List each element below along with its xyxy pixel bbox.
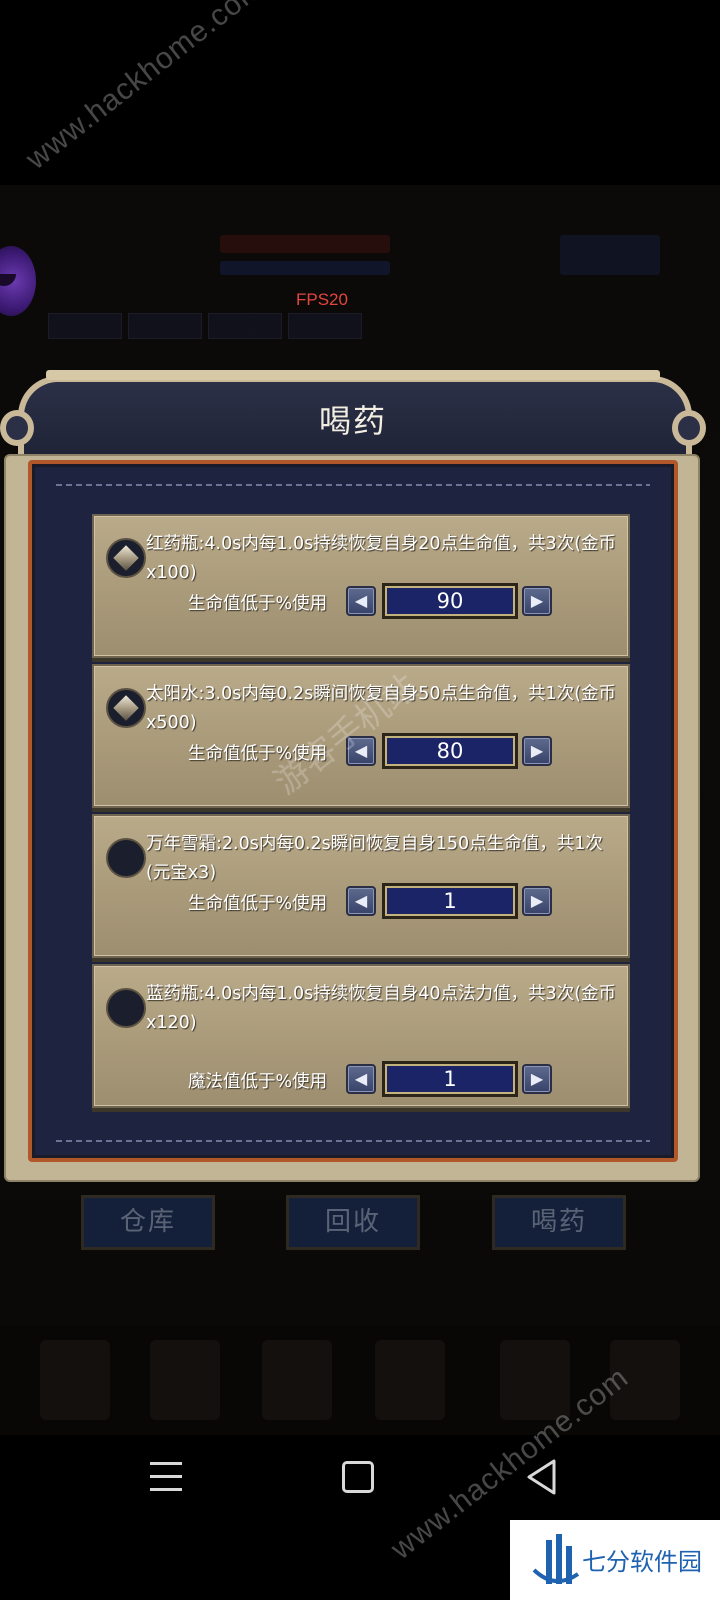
logo-text: 七分软件园 bbox=[582, 1548, 702, 1576]
home-icon[interactable] bbox=[342, 1461, 374, 1493]
increase-button[interactable]: ▶ bbox=[522, 586, 552, 616]
threshold-value[interactable]: 1 bbox=[382, 883, 518, 919]
potion-description: 万年雪霜:2.0s内每0.2s瞬间恢复自身150点生命值，共1次(元宝x3) bbox=[146, 834, 603, 883]
diamond-gem-icon[interactable] bbox=[106, 538, 146, 578]
threshold-value[interactable]: 90 bbox=[382, 583, 518, 619]
dialog-body: 红药瓶:4.0s内每1.0s持续恢复自身20点生命值，共3次(金币x100) 生… bbox=[28, 460, 678, 1162]
potion-description: 蓝药瓶:4.0s内每1.0s持续恢复自身40点法力值，共3次(金币x120) bbox=[146, 984, 617, 1033]
threshold-label: 生命值低于%使用 bbox=[188, 594, 328, 614]
warehouse-button[interactable]: 仓库 bbox=[81, 1195, 215, 1250]
potion-dialog: 喝药 红药瓶:4.0s内每1.0s持续恢复自身20点生命值，共3次(金币x100… bbox=[0, 370, 706, 1185]
game-menu-icon bbox=[40, 1340, 110, 1420]
potion-description: 红药瓶:4.0s内每1.0s持续恢复自身20点生命值，共3次(金币x100) bbox=[146, 534, 617, 583]
dialog-title: 喝药 bbox=[318, 402, 387, 440]
decrease-button[interactable]: ◀ bbox=[346, 586, 376, 616]
game-menu-icon bbox=[262, 1340, 332, 1420]
game-menu-icon bbox=[375, 1340, 445, 1420]
diamond-gem-icon[interactable] bbox=[106, 688, 146, 728]
decrease-button[interactable]: ◀ bbox=[346, 886, 376, 916]
dialog-frame: 红药瓶:4.0s内每1.0s持续恢复自身20点生命值，共3次(金币x100) 生… bbox=[4, 454, 700, 1182]
site-logo: 七分软件园 bbox=[510, 1520, 720, 1600]
threshold-label: 魔法值低于%使用 bbox=[188, 1072, 328, 1092]
game-hud-dimmed bbox=[40, 215, 670, 345]
potion-item: 万年雪霜:2.0s内每0.2s瞬间恢复自身150点生命值，共1次(元宝x3) 生… bbox=[92, 814, 630, 958]
ornament-border-bottom bbox=[56, 1140, 650, 1142]
potion-item: 红药瓶:4.0s内每1.0s持续恢复自身20点生命值，共3次(金币x100) 生… bbox=[92, 514, 630, 658]
dialog-header-trim bbox=[46, 370, 660, 380]
empty-slot-icon[interactable] bbox=[106, 838, 146, 878]
threshold-value[interactable]: 1 bbox=[382, 1061, 518, 1097]
drink-potion-button[interactable]: 喝药 bbox=[492, 1195, 626, 1250]
empty-slot-icon[interactable] bbox=[106, 988, 146, 1028]
recent-apps-icon[interactable] bbox=[150, 1462, 182, 1491]
potion-item: 蓝药瓶:4.0s内每1.0s持续恢复自身40点法力值，共3次(金币x120) 魔… bbox=[92, 964, 630, 1108]
logo-bars-icon bbox=[532, 1534, 580, 1584]
ornament-border-top bbox=[56, 484, 650, 486]
recycle-button[interactable]: 回收 bbox=[286, 1195, 420, 1250]
fps-counter: FPS20 bbox=[296, 290, 348, 309]
increase-button[interactable]: ▶ bbox=[522, 736, 552, 766]
threshold-label: 生命值低于%使用 bbox=[188, 894, 328, 914]
increase-button[interactable]: ▶ bbox=[522, 886, 552, 916]
decrease-button[interactable]: ◀ bbox=[346, 1064, 376, 1094]
threshold-value[interactable]: 80 bbox=[382, 733, 518, 769]
game-menu-icon bbox=[150, 1340, 220, 1420]
increase-button[interactable]: ▶ bbox=[522, 1064, 552, 1094]
